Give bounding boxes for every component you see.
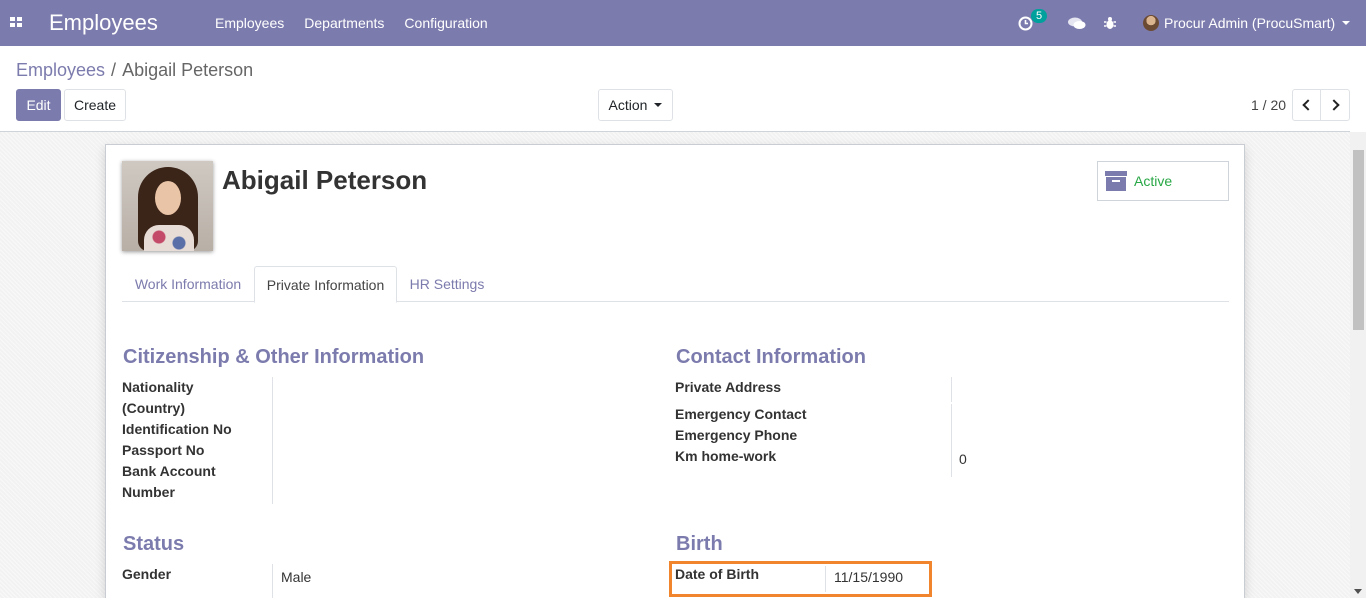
form-sheet: Abigail Peterson Active Work Information…: [105, 144, 1245, 598]
app-title[interactable]: Employees: [49, 10, 158, 36]
km-home-work-value: 0: [959, 451, 967, 467]
menu-item-departments[interactable]: Departments: [294, 15, 394, 31]
gender-value: Male: [281, 569, 312, 585]
private-address-divider: [951, 377, 952, 402]
breadcrumb-current: Abigail Peterson: [122, 60, 254, 80]
private-address-label: Private Address: [675, 379, 782, 395]
action-button[interactable]: Action: [598, 89, 673, 121]
nationality-label-line2: (Country): [122, 400, 185, 416]
chevron-down-icon: [654, 103, 663, 107]
citizenship-group-title: Citizenship & Other Information: [123, 346, 425, 368]
create-button[interactable]: Create: [64, 89, 126, 121]
bank-account-label-line1: Bank Account: [122, 463, 216, 479]
menu-item-configuration[interactable]: Configuration: [394, 15, 497, 31]
active-toggle-button[interactable]: Active: [1097, 161, 1229, 201]
chevron-down-icon: [1342, 21, 1351, 25]
chat-icon[interactable]: [1068, 17, 1086, 30]
form-tabs: Work Information Private Information HR …: [122, 266, 1229, 303]
pager-next-button[interactable]: [1320, 89, 1350, 121]
passport-no-label: Passport No: [122, 442, 205, 458]
employee-photo[interactable]: [122, 161, 213, 251]
main-menu: Employees Departments Configuration: [205, 15, 498, 31]
active-status-label: Active: [1134, 173, 1173, 189]
status-group-title: Status: [123, 533, 185, 555]
user-avatar: [1143, 15, 1159, 31]
apps-grid-icon[interactable]: [10, 17, 23, 28]
chevron-right-icon: [1327, 99, 1340, 111]
pager-previous-button[interactable]: [1292, 89, 1321, 121]
vertical-scrollbar[interactable]: [1350, 132, 1366, 598]
breadcrumb: Employees / Abigail Peterson: [16, 60, 253, 81]
tab-private-information[interactable]: Private Information: [254, 266, 397, 303]
breadcrumb-separator: /: [111, 60, 117, 80]
scrollbar-thumb[interactable]: [1353, 150, 1364, 330]
identification-no-label: Identification No: [122, 421, 232, 437]
emergency-contact-label: Emergency Contact: [675, 406, 807, 422]
gender-label: Gender: [122, 566, 172, 582]
breadcrumb-employees[interactable]: Employees: [16, 60, 105, 80]
nationality-label: Nationality (Country): [122, 377, 194, 419]
contact-group-title: Contact Information: [676, 346, 866, 368]
menu-item-employees[interactable]: Employees: [205, 15, 294, 31]
employee-name: Abigail Peterson: [222, 165, 428, 195]
km-home-work-label: Km home-work: [675, 448, 777, 464]
bank-account-label: Bank Account Number: [122, 461, 216, 503]
tab-work-information[interactable]: Work Information: [122, 266, 254, 302]
user-menu[interactable]: Procur Admin (ProcuSmart): [1143, 15, 1351, 31]
bank-account-label-line2: Number: [122, 484, 175, 500]
emergency-phone-label: Emergency Phone: [675, 427, 798, 443]
nationality-label-line1: Nationality: [122, 379, 194, 395]
archive-box-icon: [1105, 171, 1127, 191]
action-button-label: Action: [608, 97, 648, 113]
contact-value-divider: [951, 404, 952, 477]
gender-divider: [272, 564, 273, 598]
user-name: Procur Admin (ProcuSmart): [1164, 15, 1336, 31]
tab-hr-settings[interactable]: HR Settings: [397, 266, 497, 302]
date-of-birth-highlight-box: [669, 561, 932, 597]
debug-bug-icon[interactable]: [1103, 16, 1117, 30]
edit-button[interactable]: Edit: [16, 89, 61, 121]
citizenship-value-divider: [272, 377, 273, 504]
pager-value[interactable]: 1 / 20: [1251, 97, 1286, 113]
activity-count-badge: 5: [1031, 9, 1047, 23]
scroll-down-arrow-icon[interactable]: [1354, 589, 1362, 594]
birth-group-title: Birth: [676, 533, 723, 555]
chevron-left-icon: [1302, 99, 1314, 111]
top-navbar: Employees Employees Departments Configur…: [0, 0, 1366, 46]
